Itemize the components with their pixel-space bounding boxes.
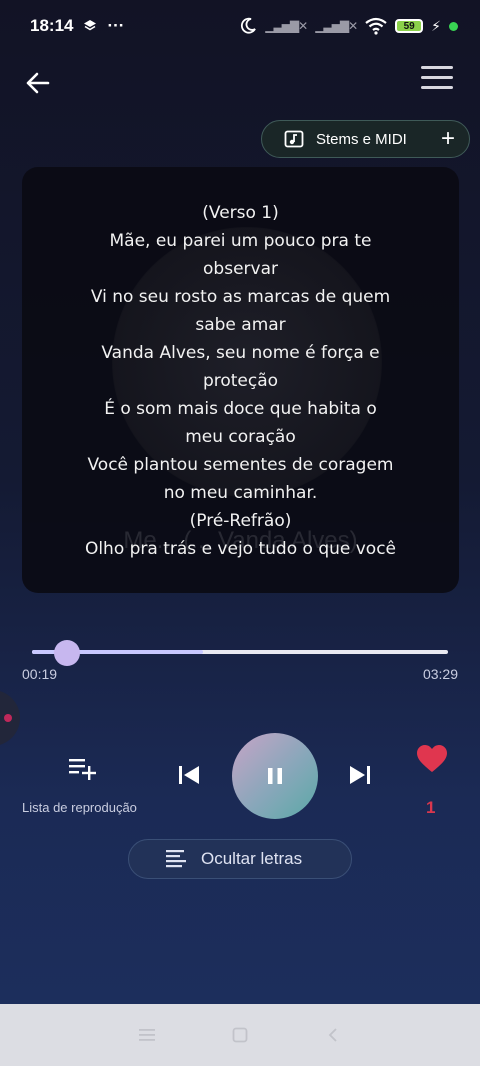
music-note-icon — [284, 130, 304, 148]
lyric-line: Vanda Alves, seu nome é força e — [101, 343, 380, 363]
menu-lines-icon — [138, 1029, 155, 1041]
lyric-line: no meu caminhar. — [163, 483, 318, 503]
elapsed-time: 00:19 — [22, 666, 58, 682]
charging-icon: ⚡ — [431, 17, 441, 34]
stems-midi-button[interactable]: Stems e MIDI + — [261, 120, 470, 158]
battery-level: 59 — [403, 20, 415, 32]
heart-icon — [417, 745, 447, 772]
lyric-line: observar — [203, 259, 278, 279]
square-icon — [232, 1027, 248, 1043]
skip-previous-icon — [179, 766, 199, 784]
home-button[interactable] — [228, 1023, 252, 1047]
battery-icon: 59 — [395, 19, 424, 33]
lyric-line: meu coração — [185, 427, 296, 447]
lyric-line: É o som mais doce que habita o — [104, 399, 377, 419]
back-button[interactable] — [22, 66, 56, 100]
seek-bar[interactable] — [32, 650, 448, 654]
lyric-line: Você plantou sementes de coragem — [87, 455, 394, 475]
more-dots-icon: ··· — [107, 16, 125, 35]
lyric-line: Vi no seu rosto as marcas de quem — [90, 287, 391, 307]
previous-button[interactable] — [176, 762, 202, 788]
like-count: 1 — [426, 798, 436, 817]
pause-icon — [268, 768, 282, 784]
lyric-line: proteção — [202, 371, 279, 391]
total-duration: 03:29 — [422, 666, 458, 682]
moon-icon — [241, 17, 257, 34]
system-back-button[interactable] — [321, 1023, 345, 1047]
playlist-add-icon — [69, 759, 96, 780]
like-button[interactable] — [416, 744, 448, 774]
stems-midi-label: Stems e MIDI — [316, 130, 407, 148]
lyrics-card[interactable]: Me... (... Vanda Alves) (Verso 1) Mãe, e… — [22, 167, 459, 593]
floating-side-handle[interactable] — [0, 690, 20, 746]
recent-apps-button[interactable] — [135, 1023, 159, 1047]
lyric-line: sabe amar — [195, 315, 286, 335]
status-bar: 18:14 ··· ▁▃▅▇✕ ▁▃▅▇✕ 59 ⚡ — [0, 0, 480, 52]
privacy-indicator-dot — [449, 21, 458, 31]
play-pause-button[interactable] — [232, 733, 318, 819]
lyric-line: Mãe, eu parei um pouco pra te — [109, 231, 372, 251]
hide-lyrics-label: Ocultar letras — [201, 849, 303, 868]
hamburger-icon — [421, 66, 453, 89]
lyric-line: Olho pra trás e vejo tudo o que você — [84, 539, 397, 559]
hide-lyrics-button[interactable]: Ocultar letras — [128, 839, 352, 879]
arrow-left-icon — [26, 72, 50, 94]
skip-next-icon — [350, 766, 370, 784]
signal-icon-2: ▁▃▅▇✕ — [315, 19, 358, 33]
lyric-line: (Verso 1) — [202, 203, 279, 223]
layers-icon — [84, 20, 97, 31]
next-button[interactable] — [347, 762, 373, 788]
status-time: 18:14 — [30, 16, 74, 35]
lyrics-text: (Verso 1) Mãe, eu parei um pouco pra te … — [22, 199, 459, 563]
lyric-line: (Pré-Refrão) — [189, 511, 292, 531]
signal-icon: ▁▃▅▇✕ — [265, 19, 308, 33]
playlist-add-button[interactable] — [68, 756, 98, 780]
chevron-left-icon — [329, 1028, 337, 1042]
playlist-label: Lista de reprodução — [22, 800, 137, 815]
plus-icon: + — [440, 125, 455, 152]
seek-bar-thumb[interactable] — [54, 640, 80, 666]
system-nav-bar — [0, 1004, 480, 1066]
menu-button[interactable] — [420, 64, 454, 92]
lyrics-lines-icon — [166, 850, 186, 868]
wifi-icon — [365, 17, 387, 35]
